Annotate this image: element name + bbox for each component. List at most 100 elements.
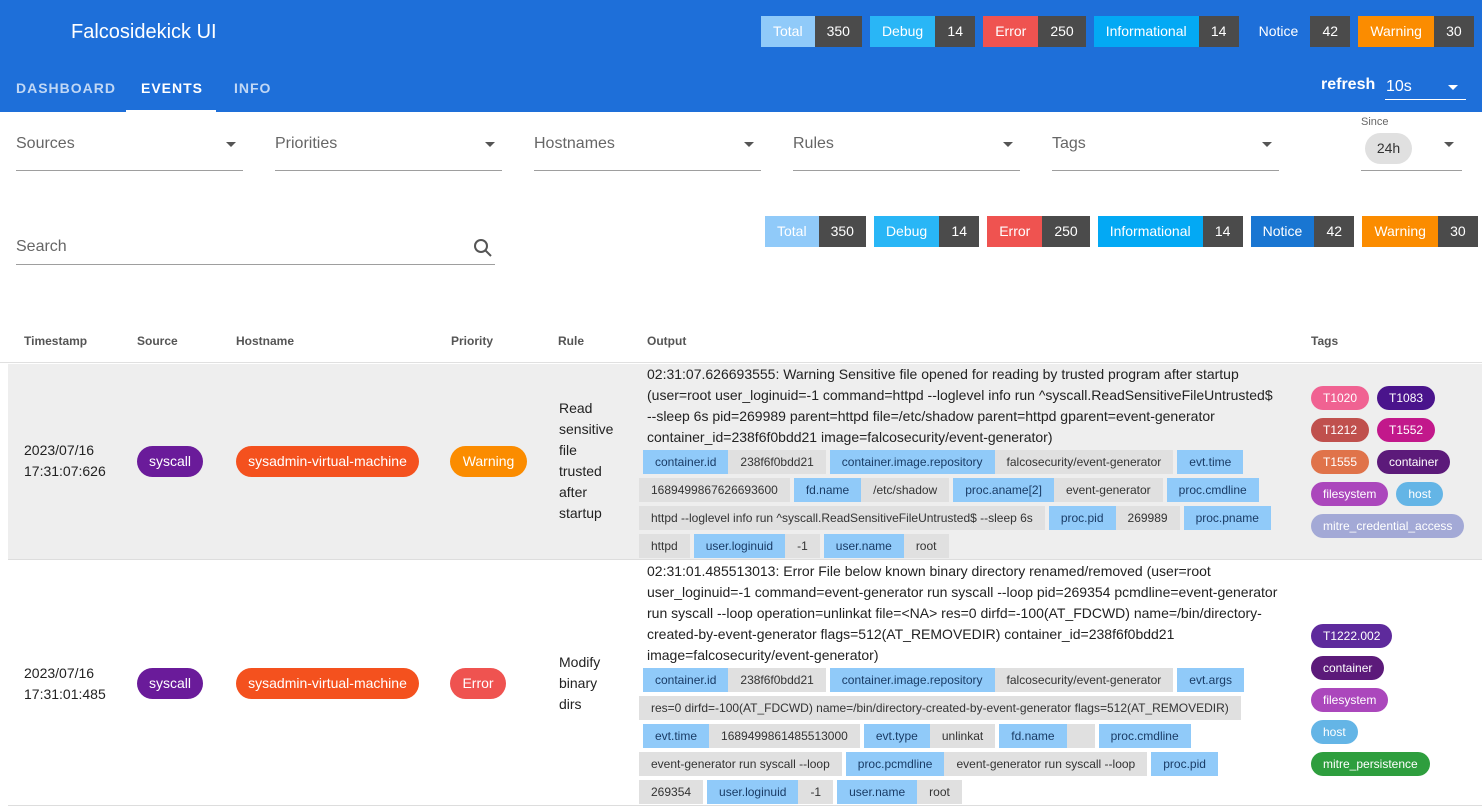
priority-count-chip-total[interactable]: Total 350 <box>761 16 862 47</box>
tab-dashboard[interactable]: DASHBOARD <box>0 66 132 112</box>
field-key[interactable]: proc.cmdline <box>1166 478 1259 502</box>
tag-badge[interactable]: T1222.002 <box>1311 624 1393 648</box>
tab-events[interactable]: EVENTS <box>126 66 216 112</box>
tag-badge[interactable]: mitre_credential_access <box>1311 514 1465 538</box>
field-value: unlinkat <box>929 724 996 748</box>
hostnames-filter[interactable]: Hostnames <box>534 125 761 171</box>
header-rule[interactable]: Rule <box>558 334 584 348</box>
chevron-down-icon <box>1444 142 1454 147</box>
field-key[interactable]: proc.pcmdline <box>845 752 945 776</box>
priority-count-label: Total <box>765 216 819 247</box>
priority-count-chip-debug[interactable]: Debug 14 <box>873 216 980 247</box>
field-value <box>1066 724 1095 748</box>
priority-badge: Error <box>450 668 506 699</box>
field-key[interactable]: container.id <box>643 668 729 692</box>
header-source[interactable]: Source <box>137 334 178 348</box>
hostname-badge: sysadmin-virtual-machine <box>236 668 419 699</box>
output-fields: container.id 238f6f0bdd21 container.image.… <box>639 668 1281 808</box>
field-value: res=0 dirfd=-100(AT_FDCWD) name=/bin/dir… <box>639 696 1241 720</box>
priority-count-chip-total[interactable]: Total 350 <box>765 216 866 247</box>
priority-count-chip-warning[interactable]: Warning 30 <box>1362 216 1478 247</box>
tag-badge[interactable]: T1552 <box>1377 418 1436 442</box>
field-key[interactable]: evt.time <box>643 724 710 748</box>
tag-badge[interactable]: T1555 <box>1311 450 1370 474</box>
timestamp-date: 2023/07/16 <box>24 442 95 458</box>
priority-count-value: 42 <box>1310 16 1351 47</box>
tag-badge[interactable]: T1083 <box>1377 386 1436 410</box>
priority-count-label: Informational <box>1093 16 1199 47</box>
chevron-down-icon <box>1003 142 1013 147</box>
priority-count-label: Error <box>987 216 1043 247</box>
tag-badge[interactable]: host <box>1311 720 1358 744</box>
app-bar: Falcosidekick UI Total 350 Debug 14 Error 250… <box>0 0 1482 112</box>
priority-count-chip-notice[interactable]: Notice 42 <box>1250 216 1355 247</box>
rules-filter-label: Rules <box>793 135 834 152</box>
table-row[interactable]: 2023/07/16 17:31:07:626 syscall sysadmin… <box>8 364 1482 560</box>
tag-badge[interactable]: mitre_persistence <box>1311 752 1430 776</box>
hostname-badge: sysadmin-virtual-machine <box>236 446 419 477</box>
timestamp-cell: 2023/07/16 17:31:01:485 <box>24 663 106 705</box>
priority-count-value: 350 <box>818 216 866 247</box>
field-key[interactable]: proc.pname <box>1183 506 1271 530</box>
field-value: httpd --loglevel info run ^syscall.ReadS… <box>639 506 1045 530</box>
header-tags[interactable]: Tags <box>1311 334 1338 348</box>
priority-count-chip-error[interactable]: Error 250 <box>987 216 1090 247</box>
field-key[interactable]: user.loginuid <box>693 534 786 558</box>
field-key[interactable]: fd.name <box>999 724 1067 748</box>
timestamp-time: 17:31:01:485 <box>24 686 106 702</box>
priority-count-chip-informational[interactable]: Informational 14 <box>1097 216 1243 247</box>
refresh-interval-select[interactable]: 10s <box>1385 72 1466 100</box>
priority-count-chip-warning[interactable]: Warning 30 <box>1358 16 1474 47</box>
header-output[interactable]: Output <box>647 334 686 348</box>
tab-info[interactable]: INFO <box>218 66 287 112</box>
field-key[interactable]: evt.args <box>1177 668 1244 692</box>
field-key[interactable]: fd.name <box>793 478 862 502</box>
tag-badge[interactable]: filesystem <box>1311 482 1389 506</box>
table-row[interactable]: 2023/07/16 17:31:01:485 syscall sysadmin… <box>8 561 1482 806</box>
priority-count-chip-informational[interactable]: Informational 14 <box>1093 16 1239 47</box>
field-key[interactable]: user.loginuid <box>707 780 799 804</box>
field-key[interactable]: container.id <box>643 450 729 474</box>
output-fields: container.id 238f6f0bdd21 container.image.… <box>639 450 1281 562</box>
tag-badge[interactable]: T1020 <box>1311 386 1370 410</box>
priority-count-chip-error[interactable]: Error 250 <box>983 16 1086 47</box>
priority-count-chip-debug[interactable]: Debug 14 <box>869 16 976 47</box>
header-hostname[interactable]: Hostname <box>236 334 294 348</box>
rules-filter[interactable]: Rules <box>793 125 1020 171</box>
priority-count-label: Error <box>983 16 1039 47</box>
since-value-chip[interactable]: 24h <box>1365 133 1412 164</box>
field-key[interactable]: container.image.repository <box>829 668 995 692</box>
timestamp-cell: 2023/07/16 17:31:07:626 <box>24 440 106 482</box>
field-key[interactable]: proc.pid <box>1048 506 1116 530</box>
priorities-filter[interactable]: Priorities <box>275 125 502 171</box>
priority-count-chip-notice[interactable]: Notice 42 <box>1247 16 1351 47</box>
search-field[interactable]: Search <box>16 228 495 265</box>
sources-filter[interactable]: Sources <box>16 125 243 171</box>
field-key[interactable]: proc.cmdline <box>1098 724 1191 748</box>
priority-count-label: Warning <box>1362 216 1438 247</box>
tag-badge[interactable]: filesystem <box>1311 688 1389 712</box>
tags-cell: T1222.002 container filesystem host mitre_pe… <box>1311 624 1451 784</box>
header-timestamp[interactable]: Timestamp <box>24 334 87 348</box>
field-key[interactable]: user.name <box>837 780 918 804</box>
search-icon[interactable] <box>473 238 493 258</box>
field-key[interactable]: container.image.repository <box>829 450 995 474</box>
refresh-interval-value: 10s <box>1386 78 1412 95</box>
priority-count-chips: Total 350 Debug 14 Error 250 Informational 14 No… <box>765 216 1482 247</box>
field-key[interactable]: evt.type <box>863 724 930 748</box>
search-input[interactable]: Search <box>16 238 67 256</box>
tag-badge[interactable]: T1212 <box>1311 418 1370 442</box>
tag-badge[interactable]: container <box>1311 656 1385 680</box>
header-priority[interactable]: Priority <box>451 334 493 348</box>
field-key[interactable]: proc.pid <box>1151 752 1218 776</box>
sources-filter-label: Sources <box>16 135 75 152</box>
rule-cell: Modify binary dirs <box>559 654 601 712</box>
tag-badge[interactable]: container <box>1377 450 1451 474</box>
field-value: 238f6f0bdd21 <box>728 450 826 474</box>
field-value: root <box>903 534 949 558</box>
tags-filter[interactable]: Tags <box>1052 125 1279 171</box>
tag-badge[interactable]: host <box>1396 482 1444 506</box>
field-key[interactable]: user.name <box>823 534 904 558</box>
field-key[interactable]: proc.aname[2] <box>953 478 1054 502</box>
field-key[interactable]: evt.time <box>1177 450 1244 474</box>
